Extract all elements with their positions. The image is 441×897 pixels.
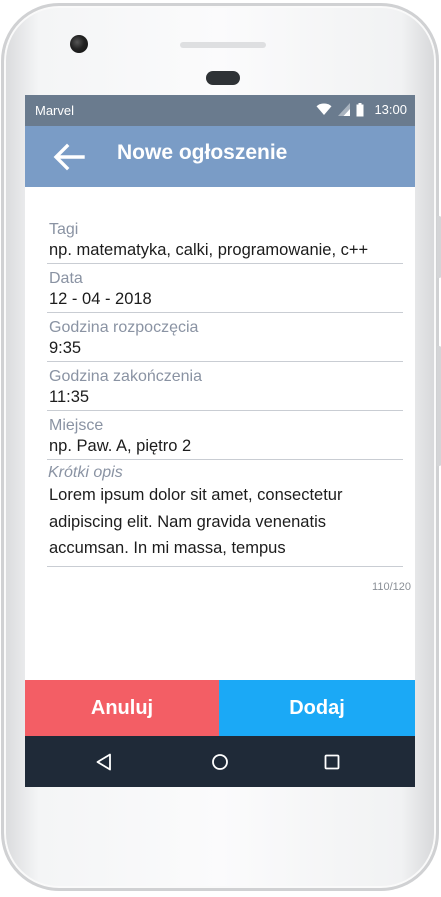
earpiece bbox=[206, 71, 240, 85]
location-input[interactable]: np. Paw. A, piętro 2 bbox=[49, 437, 191, 456]
carrier-name: Marvel bbox=[35, 103, 75, 118]
front-camera bbox=[70, 35, 88, 53]
location-label: Miejsce bbox=[49, 417, 104, 434]
tags-input[interactable]: np. matematyka, calki, programowanie, c+… bbox=[49, 241, 368, 260]
announcement-form: Tagi np. matematyka, calki, programowani… bbox=[47, 215, 403, 567]
status-icons: 13:00 bbox=[316, 102, 407, 117]
system-nav-bar bbox=[25, 736, 415, 787]
description-label: Krótki opis bbox=[48, 464, 123, 481]
page-title: Nowe ogłoszenie bbox=[117, 141, 288, 164]
top-speaker-grille bbox=[180, 42, 266, 48]
add-button[interactable]: Dodaj bbox=[219, 680, 415, 736]
start-time-field[interactable]: Godzina rozpoczęcia 9:35 bbox=[47, 313, 403, 362]
wifi-icon bbox=[316, 103, 332, 115]
tags-field[interactable]: Tagi np. matematyka, calki, programowani… bbox=[47, 215, 403, 264]
cancel-button-label: Anuluj bbox=[90, 696, 154, 719]
add-button-label: Dodaj bbox=[289, 696, 345, 719]
description-textarea[interactable]: Lorem ipsum dolor sit amet, consectetur … bbox=[49, 482, 389, 562]
date-input[interactable]: 12 - 04 - 2018 bbox=[49, 290, 152, 309]
location-field[interactable]: Miejsce np. Paw. A, piętro 2 bbox=[47, 411, 403, 460]
circle-home-icon[interactable] bbox=[209, 751, 231, 773]
volume-button bbox=[437, 216, 441, 278]
app-bar: Nowe ogłoszenie bbox=[25, 126, 415, 187]
arrow-left-icon[interactable] bbox=[53, 143, 85, 171]
cancel-button[interactable]: Anuluj bbox=[25, 680, 219, 736]
battery-icon bbox=[356, 102, 364, 116]
power-button bbox=[437, 346, 441, 466]
tags-label: Tagi bbox=[49, 221, 79, 238]
start-time-input[interactable]: 9:35 bbox=[49, 339, 81, 358]
end-time-label: Godzina zakończenia bbox=[49, 368, 202, 385]
triangle-back-icon[interactable] bbox=[93, 751, 115, 773]
square-recents-icon[interactable] bbox=[321, 751, 343, 773]
description-field[interactable]: Krótki opis Lorem ipsum dolor sit amet, … bbox=[47, 460, 403, 567]
status-bar: Marvel 13:00 bbox=[25, 95, 415, 126]
status-time: 13:00 bbox=[374, 102, 407, 117]
screen: Marvel 13:00 Nowe ogłoszenie Tagi np. ma… bbox=[25, 95, 415, 787]
end-time-input[interactable]: 11:35 bbox=[49, 388, 89, 407]
date-label: Data bbox=[49, 270, 83, 287]
date-field[interactable]: Data 12 - 04 - 2018 bbox=[47, 264, 403, 313]
start-time-label: Godzina rozpoczęcia bbox=[49, 319, 199, 336]
end-time-field[interactable]: Godzina zakończenia 11:35 bbox=[47, 362, 403, 411]
cell-signal-icon bbox=[338, 103, 351, 116]
character-counter: 110/120 bbox=[372, 581, 411, 593]
